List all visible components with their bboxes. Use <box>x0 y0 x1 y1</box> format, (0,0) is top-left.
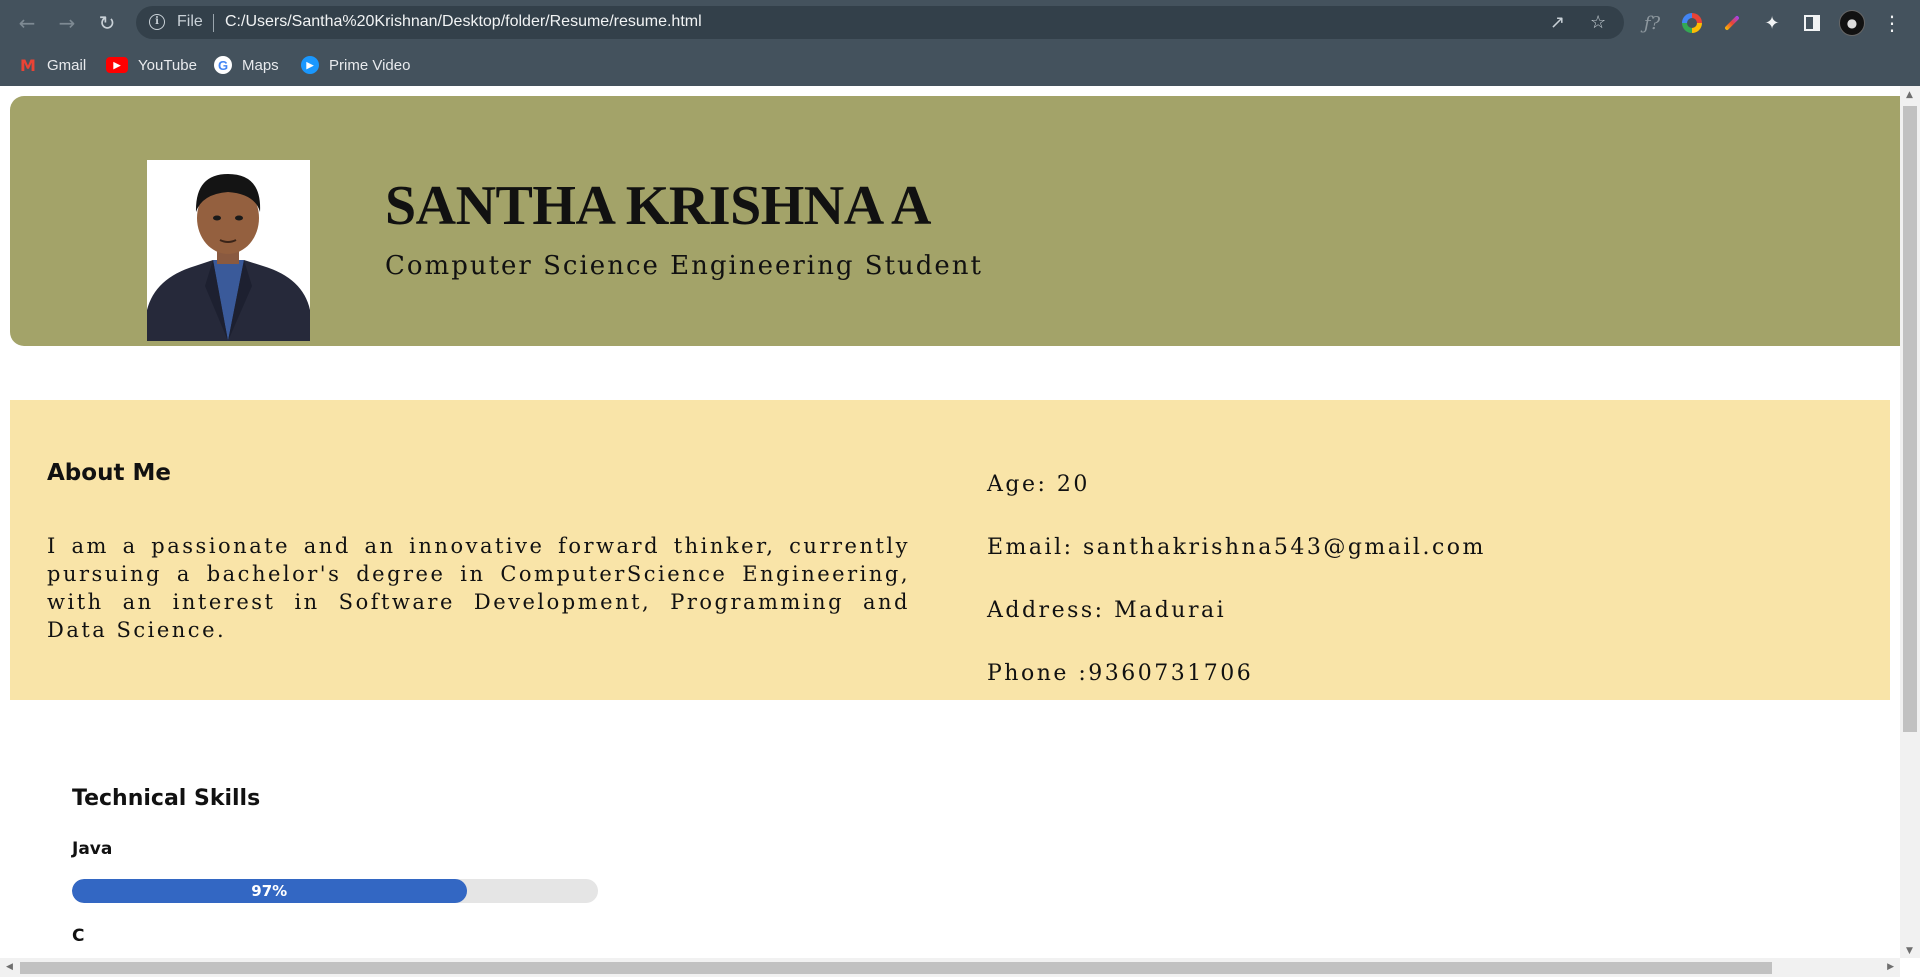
browser-menu-icon[interactable]: ⋮ <box>1878 9 1906 37</box>
prime-video-icon: ▶ <box>301 56 319 74</box>
about-title: About Me <box>47 460 171 486</box>
skills-title: Technical Skills <box>72 786 261 811</box>
scheme-label: File <box>177 13 203 30</box>
skill-name-c: C <box>72 926 85 946</box>
bookmark-youtube[interactable]: ▶ YouTube <box>106 53 197 77</box>
info-address: Address: Madurai <box>987 598 1227 623</box>
url-text[interactable]: C:/Users/Santha%20Krishnan/Desktop/folde… <box>225 13 702 31</box>
vertical-scrollbar[interactable]: ▲ ▼ <box>1900 86 1920 958</box>
scroll-right-arrow-icon[interactable]: ▶ <box>1887 962 1894 972</box>
bookmark-prime-video[interactable]: ▶ Prime Video <box>301 53 410 77</box>
omnibox-divider <box>213 14 214 32</box>
candidate-subtitle: Computer Science Engineering Student <box>385 251 983 281</box>
info-phone: Phone :9360731706 <box>987 661 1254 686</box>
bookmark-label: Maps <box>242 56 279 74</box>
vertical-scroll-thumb[interactable] <box>1903 106 1917 732</box>
forward-button[interactable]: → <box>53 9 81 37</box>
extensions-puzzle-icon[interactable]: ✦ <box>1758 9 1786 37</box>
bookmark-maps[interactable]: G Maps <box>214 53 279 77</box>
youtube-icon: ▶ <box>106 57 128 73</box>
about-section: About Me I am a passionate and an innova… <box>10 400 1890 700</box>
reload-button[interactable]: ↻ <box>93 9 121 37</box>
bookmark-label: Gmail <box>47 56 87 74</box>
resume-header: SANTHA KRISHNA A Computer Science Engine… <box>10 96 1900 346</box>
skill-name-java: Java <box>72 839 113 859</box>
maps-icon: G <box>214 56 232 74</box>
gmail-icon: M <box>20 55 36 75</box>
bookmarks-bar: M Gmail ▶ YouTube G Maps ▶ Prime Video <box>0 45 1920 86</box>
profile-avatar-icon[interactable]: ● <box>1838 9 1866 37</box>
bookmark-gmail[interactable]: M Gmail <box>19 53 86 77</box>
share-icon[interactable]: ↗ <box>1550 12 1565 33</box>
bookmark-label: Prime Video <box>329 56 411 74</box>
horizontal-scroll-thumb[interactable] <box>20 962 1772 974</box>
color-extension-icon[interactable] <box>1678 9 1706 37</box>
skill-bar-fill: 97% <box>72 879 467 903</box>
browser-chrome: ← → ↻ i File C:/Users/Santha%20Krishnan/… <box>0 0 1920 86</box>
side-panel-icon[interactable] <box>1798 9 1826 37</box>
candidate-name: SANTHA KRISHNA A <box>385 175 931 237</box>
formula-extension-icon[interactable]: ƒ? <box>1638 9 1666 37</box>
skill-percent-label: 97% <box>251 882 288 900</box>
skill-bar-java: 97% <box>72 879 598 903</box>
bookmark-star-icon[interactable]: ☆ <box>1590 12 1606 33</box>
person-portrait-icon <box>147 160 310 341</box>
scroll-left-arrow-icon[interactable]: ◀ <box>6 962 13 972</box>
back-button[interactable]: ← <box>13 9 41 37</box>
page-viewport: SANTHA KRISHNA A Computer Science Engine… <box>0 86 1920 977</box>
scroll-down-arrow-icon[interactable]: ▼ <box>1906 946 1913 956</box>
address-bar[interactable]: i File C:/Users/Santha%20Krishnan/Deskto… <box>136 6 1624 39</box>
info-age: Age: 20 <box>987 472 1090 497</box>
about-text: I am a passionate and an innovative forw… <box>47 534 910 642</box>
browser-toolbar: ← → ↻ i File C:/Users/Santha%20Krishnan/… <box>0 0 1920 45</box>
pen-extension-icon[interactable] <box>1718 9 1746 37</box>
horizontal-scrollbar[interactable]: ◀ ▶ <box>0 958 1900 977</box>
site-info-icon[interactable]: i <box>149 14 165 30</box>
scroll-up-arrow-icon[interactable]: ▲ <box>1906 90 1913 100</box>
profile-photo <box>147 160 310 341</box>
info-email: Email: santhakrishna543@gmail.com <box>987 535 1486 560</box>
bookmark-label: YouTube <box>138 56 197 74</box>
